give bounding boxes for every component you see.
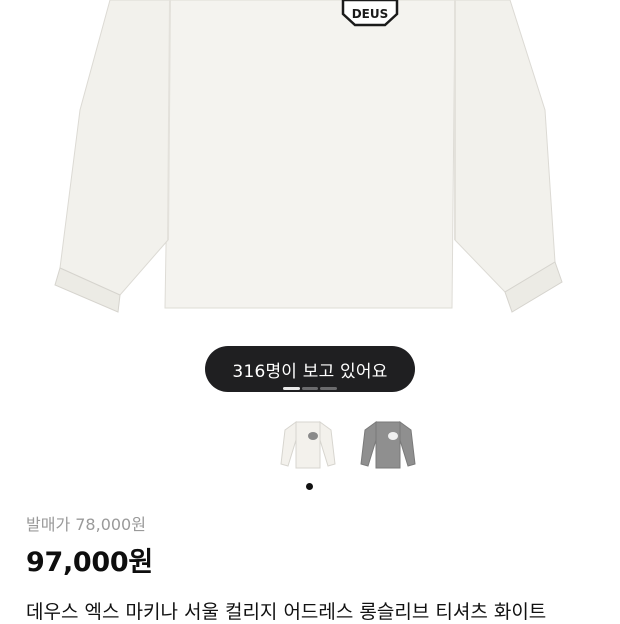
viewer-count-badge: 316명이 보고 있어요 [205,346,415,392]
variant-thumbnails [277,418,419,474]
slide-progress-indicator [283,387,338,390]
carousel-page-dot [306,483,313,490]
slide-indicator-segment [283,387,300,390]
current-price: 97,000원 [26,547,153,578]
svg-text:DEUS: DEUS [352,7,389,21]
variant-thumb-white[interactable] [277,418,339,474]
variant-thumb-grey[interactable] [357,418,419,474]
viewer-count-text: 316명이 보고 있어요 [232,361,388,382]
slide-indicator-segment [320,387,338,390]
original-price: 발매가 78,000원 [26,515,146,534]
slide-indicator-segment [301,387,319,390]
product-image[interactable]: DEUS 316명이 보고 있어요 [0,0,620,410]
deus-logo-badge: DEUS [341,0,399,27]
